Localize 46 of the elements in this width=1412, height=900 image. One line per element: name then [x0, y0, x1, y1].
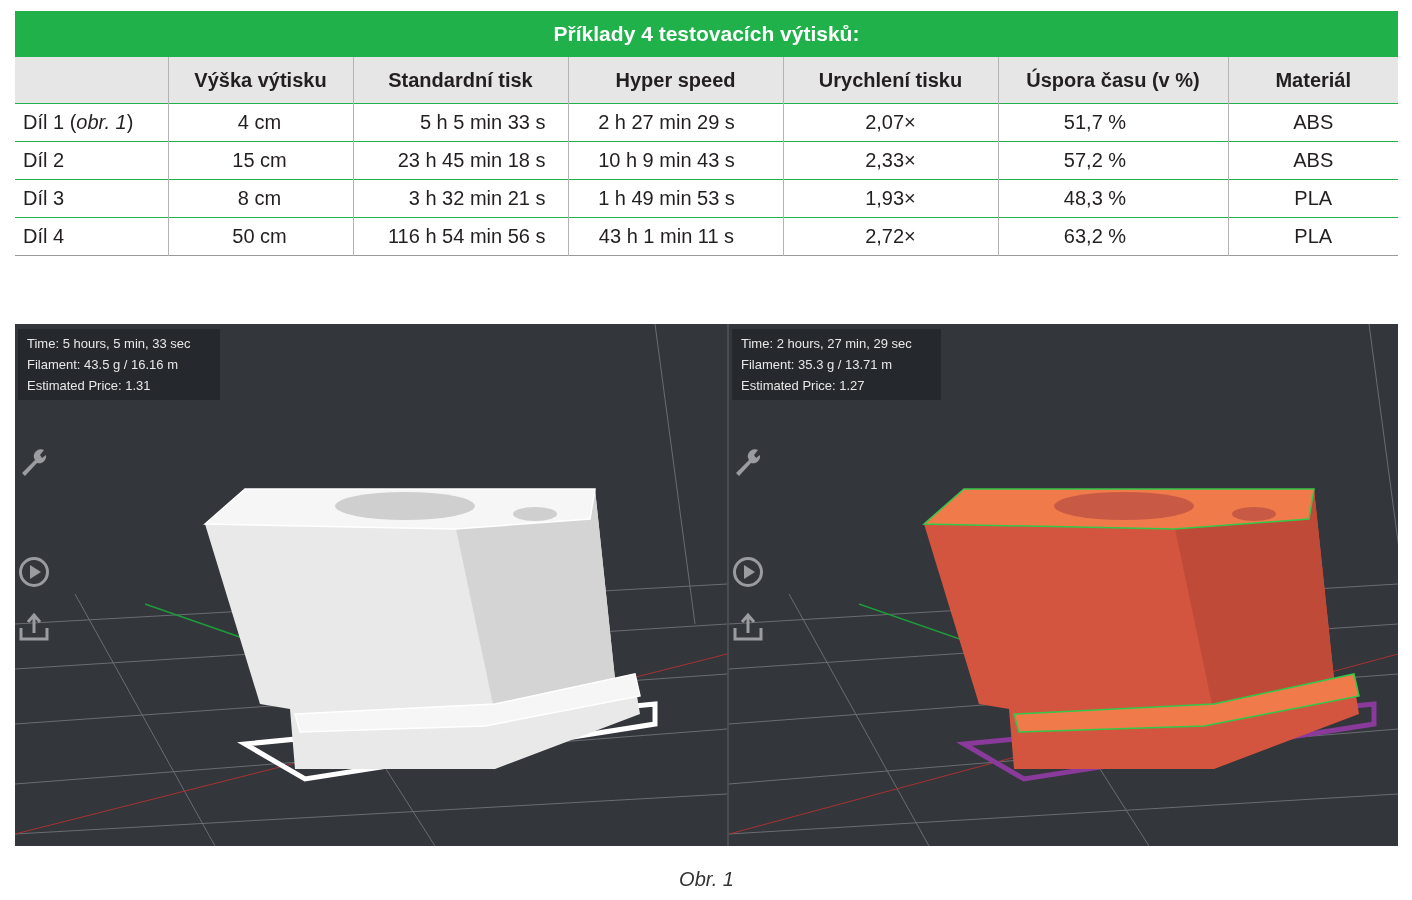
table-cell: 4 cm — [168, 103, 353, 141]
table-cell: Díl 1 (obr. 1) — [15, 103, 168, 141]
play-icon[interactable] — [732, 555, 764, 588]
table-cell: 2,07× — [783, 103, 998, 141]
info-line: Estimated Price: 1.31 — [27, 376, 152, 395]
viewport[interactable]: Time: 5 hours, 5 min, 33 sec Filament: 43.5 g / 16.16 m Estimated Price: 1.31 — [15, 323, 727, 846]
viewport[interactable]: Time: 2 hours, 27 min, 29 sec Filament: 35.3 g / 13.71 m Estimated Price: 1.27 — [729, 323, 1398, 846]
column-header: Urychlení tisku — [783, 57, 998, 103]
table-cell: 5 h 5 min 33 s — [353, 103, 568, 141]
info-line: Filament: 35.3 g / 13.71 m — [741, 355, 894, 374]
table-cell: ABS — [1228, 141, 1398, 179]
table-cell: PLA — [1228, 217, 1398, 255]
table-cell: 43 h 1 min 11 s — [568, 217, 783, 255]
table-cell: 23 h 45 min 18 s — [353, 141, 568, 179]
table-cell: ABS — [1228, 103, 1398, 141]
table-title: Příklady 4 testovacích výtisků: — [15, 11, 1398, 57]
column-header: Materiál — [1228, 57, 1398, 103]
table-cell: 50 cm — [168, 217, 353, 255]
column-header: Úspora času (v %) — [998, 57, 1228, 103]
table-cell: 51,7 % — [998, 103, 1228, 141]
table-cell: 63,2 % — [998, 217, 1228, 255]
figure-caption: Obr. 1 — [679, 866, 734, 892]
table-cell: Díl 2 — [15, 141, 168, 179]
play-icon[interactable] — [18, 555, 50, 588]
table-cell: 3 h 32 min 21 s — [353, 179, 568, 217]
info-line: Time: 2 hours, 27 min, 29 sec — [741, 334, 913, 353]
table-cell: 8 cm — [168, 179, 353, 217]
info-line: Estimated Price: 1.27 — [741, 376, 866, 395]
table-cell: 57,2 % — [998, 141, 1228, 179]
info-line: Filament: 43.5 g / 16.16 m — [27, 355, 180, 374]
table-cell: 48,3 % — [998, 179, 1228, 217]
table-cell: 116 h 54 min 56 s — [353, 217, 568, 255]
column-header: Hyper speed — [568, 57, 783, 103]
table-cell: 15 cm — [168, 141, 353, 179]
table-cell: 2,33× — [783, 141, 998, 179]
table-cell: 1,93× — [783, 179, 998, 217]
table-cell: Díl 4 — [15, 217, 168, 255]
info-line: Time: 5 hours, 5 min, 33 sec — [27, 334, 192, 353]
column-header: Výška výtisku — [168, 57, 353, 103]
table-cell: Díl 3 — [15, 179, 168, 217]
column-header: Standardní tisk — [353, 57, 568, 103]
table-cell: PLA — [1228, 179, 1398, 217]
table-cell: 2 h 27 min 29 s — [568, 103, 783, 141]
table-cell: 10 h 9 min 43 s — [568, 141, 783, 179]
table-cell: 1 h 49 min 53 s — [568, 179, 783, 217]
table-cell: 2,72× — [783, 217, 998, 255]
